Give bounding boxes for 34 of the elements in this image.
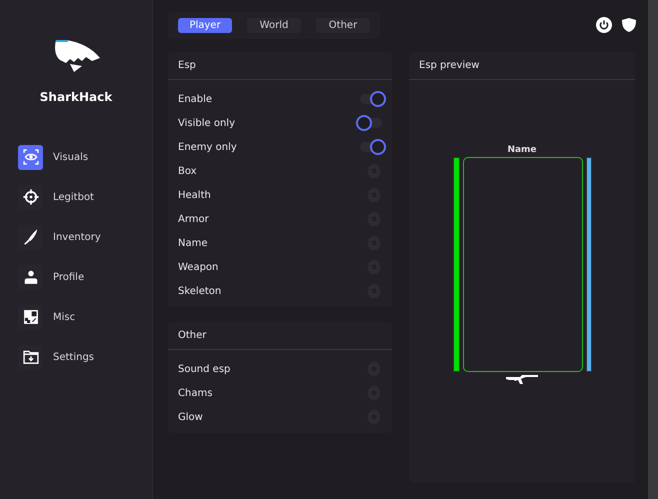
crosshair-icon: [22, 188, 40, 206]
nav-item[interactable]: Misc: [18, 304, 152, 330]
option-label: Health: [178, 190, 211, 200]
grid-icon: [22, 308, 40, 326]
nav-item[interactable]: Visuals: [18, 144, 152, 170]
option-label: Visible only: [178, 118, 235, 128]
option-label: Sound esp: [178, 364, 230, 374]
nav-item[interactable]: Settings: [18, 344, 152, 370]
shield-icon[interactable]: [621, 17, 637, 33]
panel-title: Other: [168, 322, 392, 350]
option-label: Name: [178, 238, 208, 248]
name-tag: Name: [507, 145, 537, 155]
power-icon[interactable]: [596, 17, 612, 33]
option-label: Enemy only: [178, 142, 237, 152]
tab[interactable]: Other: [316, 18, 370, 32]
option-label: Glow: [178, 412, 203, 422]
option-label: Armor: [178, 214, 209, 224]
option-label: Chams: [178, 388, 212, 398]
nav-item[interactable]: Legitbot: [18, 184, 152, 210]
option-label: Skeleton: [178, 286, 222, 296]
folder-icon: [22, 348, 40, 366]
nav-item[interactable]: Inventory: [18, 224, 152, 250]
option-label: Box: [178, 166, 197, 176]
rifle-icon: [506, 374, 538, 384]
option-label: Weapon: [178, 262, 218, 272]
nav-item[interactable]: Profile: [18, 264, 152, 290]
brand-name: SharkHack: [40, 90, 112, 104]
panel-title: Esp preview: [409, 52, 635, 80]
tab[interactable]: Player: [178, 18, 232, 32]
knife-icon: [22, 228, 40, 246]
option-label: Enable: [178, 94, 212, 104]
panel-title: Esp: [168, 52, 392, 80]
tab[interactable]: World: [247, 18, 301, 32]
eye-icon: [22, 148, 40, 166]
